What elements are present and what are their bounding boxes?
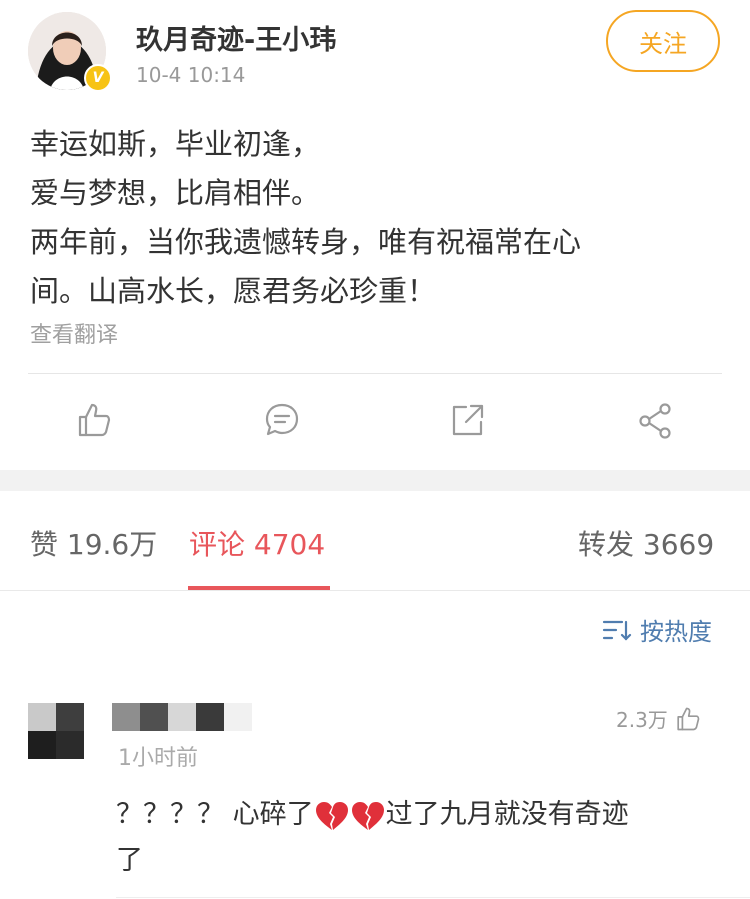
tab-reposts[interactable]: 转发 3669: [578, 523, 714, 563]
verified-badge-icon: V: [84, 64, 112, 92]
comment-time: 1小时前: [118, 746, 198, 771]
comment-text: ？？？？ 心碎了 过了九月就没有奇迹 了: [116, 792, 726, 884]
sort-label: 按热度: [640, 618, 712, 646]
comment-text-part: 了: [116, 845, 143, 876]
broken-heart-icon: [351, 801, 384, 830]
content-line: 爱与梦想，比肩相伴。: [30, 176, 321, 210]
like-icon[interactable]: [74, 400, 114, 440]
post-content: 幸运如斯，毕业初逢， 爱与梦想，比肩相伴。 两年前，当你我遗憾转身，唯有祝福常在…: [30, 120, 720, 316]
divider: [0, 590, 750, 591]
commenter-name-blurred[interactable]: [112, 703, 252, 731]
like-icon: [677, 707, 700, 730]
content-line: 间。山高水长，愿君务必珍重！: [30, 274, 437, 308]
comment-icon[interactable]: [262, 400, 302, 440]
share-icon[interactable]: [636, 400, 676, 440]
author-name[interactable]: 玖月奇迹-王小玮: [136, 18, 336, 57]
sort-by-hot-button[interactable]: 按热度: [602, 612, 712, 647]
section-gap: [0, 470, 750, 491]
comment-like-count: 2.3万: [616, 708, 668, 732]
divider: [116, 897, 750, 898]
tab-likes[interactable]: 赞 19.6万: [30, 523, 157, 563]
content-line: 两年前，当你我遗憾转身，唯有祝福常在心: [30, 225, 582, 259]
view-translation-link[interactable]: 查看翻译: [30, 317, 118, 349]
comment-text-part: 过了九月就没有奇迹: [385, 799, 629, 830]
sort-icon: [602, 620, 632, 641]
comment-text-part: ？？？？ 心碎了: [116, 799, 314, 830]
content-line: 幸运如斯，毕业初逢，: [30, 127, 321, 161]
tab-comments[interactable]: 评论 4704: [189, 523, 325, 563]
follow-button[interactable]: 关注: [606, 10, 720, 72]
post-time: 10-4 10:14: [136, 63, 246, 87]
repost-icon[interactable]: [448, 400, 488, 440]
commenter-avatar[interactable]: [28, 703, 84, 759]
comment-like-button[interactable]: 2.3万: [616, 704, 702, 733]
broken-heart-icon: [315, 801, 348, 830]
divider: [28, 373, 722, 374]
